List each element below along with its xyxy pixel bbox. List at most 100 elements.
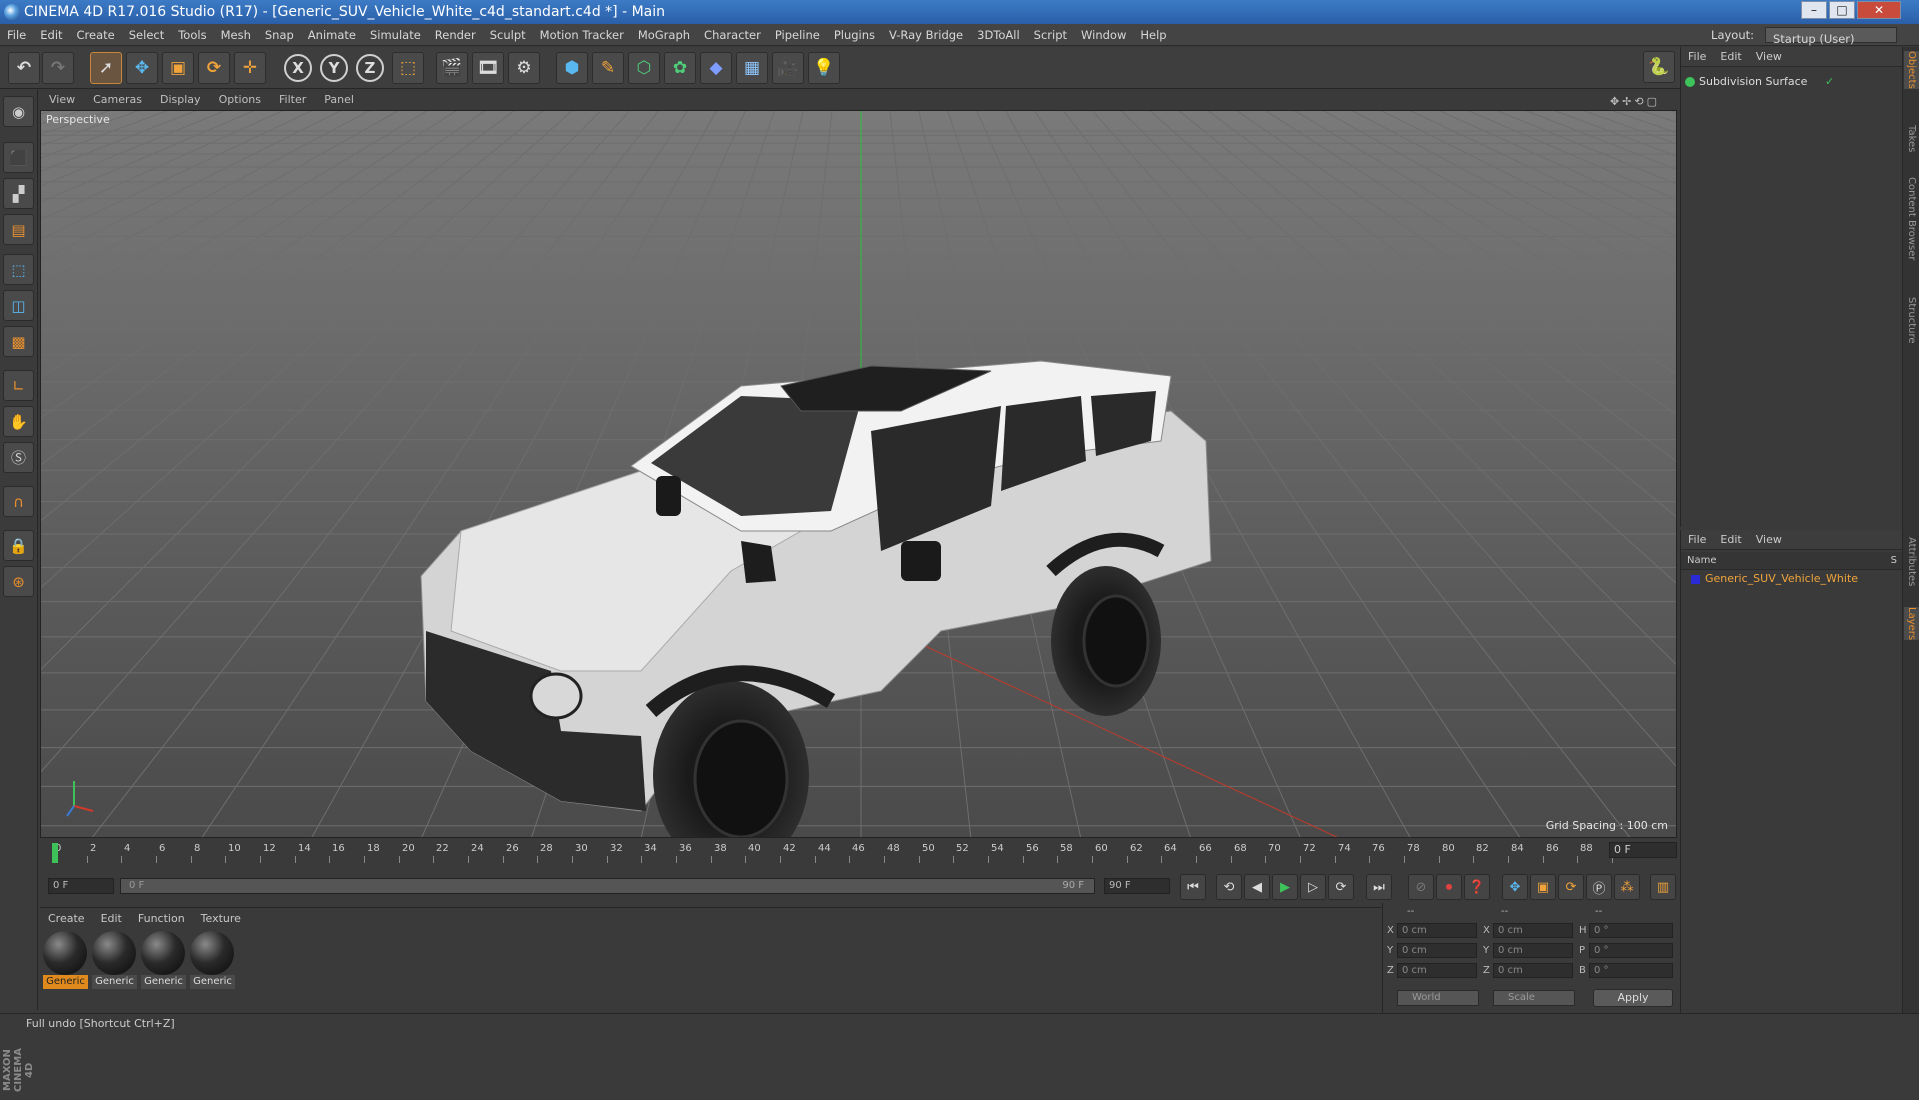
render-view-icon[interactable]: 🎬 [436,52,468,84]
floor-scene-icon[interactable]: ▦ [736,52,768,84]
perspective-viewport[interactable]: Perspective Grid Spacing : 100 cm [40,110,1677,838]
position-y-field[interactable]: 0 cm [1397,943,1477,958]
key-pla-icon[interactable]: ⁂ [1614,874,1640,900]
next-key-icon[interactable]: ⟳ [1328,874,1354,900]
select-cursor-icon[interactable]: ➚ [90,52,122,84]
timeline-window-icon[interactable]: ▥ [1650,874,1676,900]
tweak-mode-icon[interactable]: ✋ [3,406,34,437]
rotation-h-field[interactable]: 0 ° [1589,923,1673,938]
solo-mode-icon[interactable]: Ⓢ [3,442,34,473]
camera-icon[interactable]: 🎥 [772,52,804,84]
viewport-menu-panel[interactable]: Panel [315,90,363,110]
size-x-field[interactable]: 0 cm [1493,923,1573,938]
rotation-b-field[interactable]: 0 ° [1589,963,1673,978]
object-menu-file[interactable]: File [1681,47,1713,67]
menu-tools[interactable]: Tools [171,24,213,46]
viewport-menu-options[interactable]: Options [210,90,270,110]
viewport-menu-display[interactable]: Display [151,90,210,110]
minimize-button[interactable]: – [1801,1,1827,19]
menu-motion-tracker[interactable]: Motion Tracker [533,24,631,46]
menu-simulate[interactable]: Simulate [363,24,428,46]
spline-pen-icon[interactable]: ✎ [592,52,624,84]
material-menu-function[interactable]: Function [130,909,193,929]
edges-mode-icon[interactable]: ◫ [3,290,34,321]
menu-mograph[interactable]: MoGraph [631,24,697,46]
menu-script[interactable]: Script [1027,24,1074,46]
material-swatch[interactable]: Generic [92,931,137,989]
transform-tool-icon[interactable]: ✛ [234,52,266,84]
coordinate-mode-dropdown[interactable]: World [1397,990,1479,1006]
menu-vray-bridge[interactable]: V-Ray Bridge [882,24,970,46]
undo-icon[interactable]: ↶ [8,52,40,84]
axis-mode-icon[interactable]: ∟ [3,370,34,401]
polygons-mode-icon[interactable]: ▩ [3,326,34,357]
axis-z-lock-button[interactable]: Z [356,54,384,82]
light-bulb-icon[interactable]: 💡 [808,52,840,84]
menu-render[interactable]: Render [428,24,483,46]
material-swatch[interactable]: Generic [141,931,186,989]
menu-help[interactable]: Help [1133,24,1173,46]
menu-mesh[interactable]: Mesh [214,24,258,46]
material-menu-texture[interactable]: Texture [193,909,249,929]
layer-row[interactable]: Generic_SUV_Vehicle_White [1691,572,1858,585]
tab-structure[interactable]: Structure [1904,297,1919,344]
previous-frame-icon[interactable]: ◀ [1244,874,1270,900]
layer-menu-file[interactable]: File [1681,530,1713,550]
timeline-ruler[interactable]: 0 2 4 6 8 10 12 14 16 18 20 22 24 26 28 30 32 34 36 38 40 42 4… [52,843,1628,863]
menu-snap[interactable]: Snap [258,24,301,46]
apply-button[interactable]: Apply [1593,989,1673,1007]
tab-takes[interactable]: Takes [1904,125,1919,152]
viewport-menu-cameras[interactable]: Cameras [84,90,151,110]
points-mode-icon[interactable]: ⬚ [3,254,34,285]
viewport-menu-filter[interactable]: Filter [270,90,315,110]
menu-character[interactable]: Character [697,24,768,46]
tab-layers[interactable]: Layers [1904,607,1919,641]
go-to-start-icon[interactable]: ⏮ [1180,874,1206,900]
previous-key-icon[interactable]: ⟲ [1216,874,1242,900]
viewport-navigation-icons[interactable]: ✥✢⟲▢ [1601,92,1669,112]
material-swatch[interactable]: Generic [43,931,88,989]
frame-range-slider[interactable]: 0 F 90 F [120,878,1095,894]
planar-workplane-icon[interactable]: ⊛ [3,566,34,597]
render-settings-icon[interactable]: ⚙ [508,52,540,84]
layer-menu-view[interactable]: View [1749,530,1789,550]
menu-animate[interactable]: Animate [301,24,363,46]
start-frame-field[interactable]: 0 F [48,878,114,894]
cloner-icon[interactable]: ✿ [664,52,696,84]
material-menu-edit[interactable]: Edit [93,909,130,929]
record-keys-icon[interactable]: ⏺ [1436,874,1462,900]
axis-x-lock-button[interactable]: X [284,54,312,82]
record-disabled-icon[interactable]: ⊘ [1408,874,1434,900]
menu-3dtoall[interactable]: 3DToAll [970,24,1027,46]
key-position-icon[interactable]: ✥ [1502,874,1528,900]
current-frame-field[interactable]: 0 F [1609,842,1677,858]
texture-mode-icon[interactable]: ▞ [3,178,34,209]
workplane-icon[interactable]: ▤ [3,214,34,245]
python-icon[interactable]: 🐍 [1643,51,1675,83]
timeline[interactable]: 0 2 4 6 8 10 12 14 16 18 20 22 24 26 28 30 32 34 36 38 40 42 4… [40,840,1677,870]
layout-dropdown[interactable]: Startup (User) [1765,27,1897,46]
key-scale-icon[interactable]: ▣ [1530,874,1556,900]
close-button[interactable]: ✕ [1857,1,1901,19]
key-rotation-icon[interactable]: ⟳ [1558,874,1584,900]
move-tool-icon[interactable]: ✥ [126,52,158,84]
position-x-field[interactable]: 0 cm [1397,923,1477,938]
maximize-button[interactable]: □ [1829,1,1855,19]
axis-y-lock-button[interactable]: Y [320,54,348,82]
rotate-tool-icon[interactable]: ⟳ [198,52,230,84]
rotation-p-field[interactable]: 0 ° [1589,943,1673,958]
size-z-field[interactable]: 0 cm [1493,963,1573,978]
render-picture-viewer-icon[interactable]: 🎞 [472,52,504,84]
tab-attributes[interactable]: Attributes [1904,537,1919,586]
playhead[interactable] [52,843,58,863]
menu-window[interactable]: Window [1074,24,1133,46]
go-to-end-icon[interactable]: ⏭ [1366,874,1392,900]
autokey-icon[interactable]: ❓ [1464,874,1490,900]
menu-file[interactable]: File [0,24,33,46]
size-y-field[interactable]: 0 cm [1493,943,1573,958]
end-frame-field[interactable]: 90 F [1104,878,1170,894]
menu-create[interactable]: Create [70,24,122,46]
menu-sculpt[interactable]: Sculpt [483,24,533,46]
make-editable-icon[interactable]: ◉ [3,96,34,127]
layer-menu-edit[interactable]: Edit [1713,530,1748,550]
